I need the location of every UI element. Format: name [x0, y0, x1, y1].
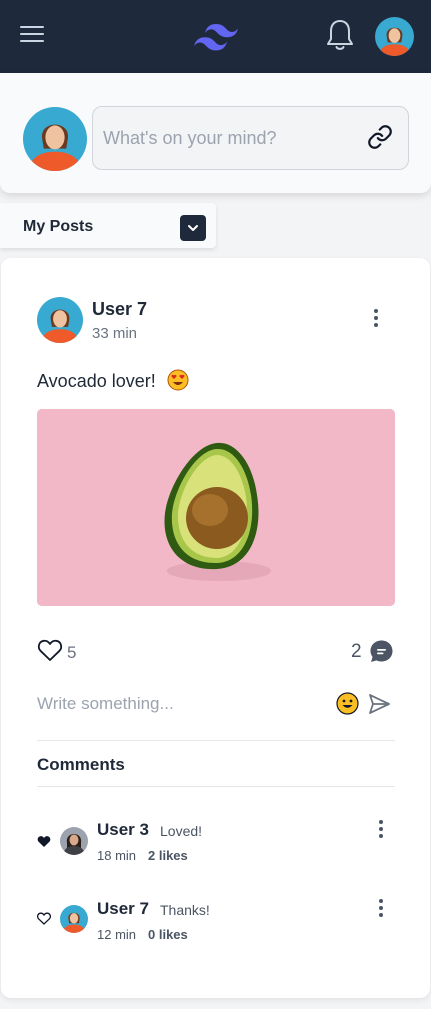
more-options-icon[interactable] — [374, 899, 388, 919]
like-count: 5 — [67, 643, 77, 662]
hamburger-menu-icon[interactable] — [20, 26, 44, 46]
heart-outline-icon[interactable] — [37, 638, 63, 662]
link-icon[interactable] — [367, 124, 393, 150]
post-text: Avocado lover! — [37, 369, 189, 392]
comment-author-avatar[interactable] — [60, 905, 88, 933]
comment-author-avatar[interactable] — [60, 827, 88, 855]
bell-icon[interactable] — [324, 17, 356, 53]
comment-timestamp: 12 min — [97, 927, 137, 942]
divider — [37, 740, 395, 741]
comment-bubble-icon[interactable] — [369, 639, 394, 664]
comment-author-name[interactable]: User 7 — [97, 899, 149, 919]
post-card: User 7 33 min Avocado lover! 5 2 Write s… — [1, 258, 430, 998]
post-image-avocado[interactable] — [37, 409, 395, 606]
post-author-avatar[interactable] — [37, 297, 83, 343]
tailwind-logo-icon[interactable] — [194, 24, 238, 51]
heart-outline-icon[interactable] — [37, 912, 51, 925]
user-avatar — [23, 107, 87, 171]
post-author-name[interactable]: User 7 — [92, 299, 147, 320]
post-text-content: Avocado lover! — [37, 371, 156, 391]
post-input[interactable] — [92, 106, 409, 170]
heart-eyes-emoji-icon — [167, 369, 189, 391]
comments-heading: Comments — [37, 755, 125, 774]
comment-author-name[interactable]: User 3 — [97, 820, 149, 840]
posts-filter-dropdown[interactable]: My Posts — [0, 203, 216, 248]
emoji-picker-icon[interactable] — [336, 692, 359, 715]
filter-label: My Posts — [23, 218, 94, 235]
chevron-down-icon[interactable] — [180, 215, 206, 241]
comment-likes: 2 likes — [148, 848, 188, 863]
user-avatar[interactable] — [375, 17, 414, 56]
more-options-icon[interactable] — [368, 309, 384, 329]
heart-filled-icon[interactable] — [37, 835, 51, 848]
comment-text: Thanks! — [160, 902, 210, 918]
comment-item: User 3 Loved! 18 min 2 likes — [37, 820, 395, 870]
comment-input[interactable] — [37, 688, 327, 720]
divider — [37, 786, 395, 787]
top-navbar — [0, 0, 431, 73]
comment-count: 2 — [351, 641, 362, 662]
more-options-icon[interactable] — [374, 820, 388, 840]
post-timestamp: 33 min — [92, 325, 138, 342]
comment-timestamp: 18 min — [97, 848, 137, 863]
send-icon[interactable] — [367, 692, 391, 716]
comment-item: User 7 Thanks! 12 min 0 likes — [37, 899, 395, 949]
comment-likes: 0 likes — [148, 927, 188, 942]
comment-text: Loved! — [160, 823, 203, 839]
